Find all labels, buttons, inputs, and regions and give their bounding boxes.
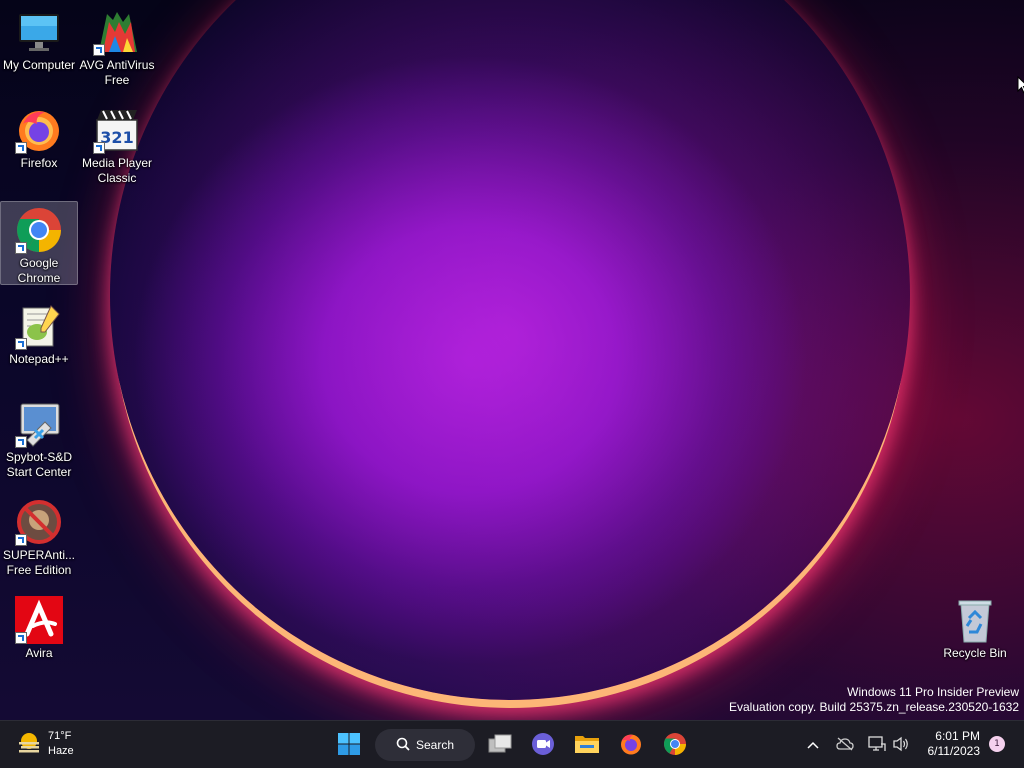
notepad-plus-plus-icon bbox=[15, 302, 63, 350]
clock-time: 6:01 PM bbox=[935, 729, 980, 743]
superantispyware-icon bbox=[15, 498, 63, 546]
chrome-icon bbox=[663, 732, 687, 759]
show-hidden-icons-button[interactable] bbox=[803, 729, 823, 761]
desktop-icon-label: SUPERAnti... Free Edition bbox=[2, 548, 76, 577]
file-explorer-button[interactable] bbox=[571, 729, 603, 761]
task-view-button[interactable] bbox=[484, 729, 516, 761]
chevron-up-icon bbox=[807, 738, 819, 752]
chat-button[interactable] bbox=[527, 729, 559, 761]
speaker-icon bbox=[892, 736, 910, 755]
desktop-icon-label: Avira bbox=[25, 646, 53, 660]
weather-widget[interactable]: 71°F Haze bbox=[16, 729, 74, 759]
haze-weather-icon bbox=[16, 730, 42, 759]
spybot-icon bbox=[15, 400, 63, 448]
chrome-icon bbox=[15, 206, 63, 254]
clock-date: 6/11/2023 bbox=[927, 744, 981, 758]
desktop-icon-avg[interactable]: AVG AntiVirus Free bbox=[78, 4, 156, 88]
shortcut-arrow-icon bbox=[15, 242, 27, 254]
watermark-line-1: Windows 11 Pro Insider Preview bbox=[847, 685, 1019, 699]
desktop-icon-notepad-plus-plus[interactable]: Notepad++ bbox=[0, 298, 78, 382]
desktop-icon-recycle-bin[interactable]: Recycle Bin bbox=[936, 592, 1014, 676]
desktop-icon-superantispyware[interactable]: SUPERAnti... Free Edition bbox=[0, 494, 78, 578]
media-player-classic-icon: 321 bbox=[93, 106, 141, 154]
desktop-icon-label: Recycle Bin bbox=[943, 646, 1007, 660]
start-button[interactable] bbox=[333, 729, 365, 761]
file-explorer-icon bbox=[574, 733, 600, 758]
svg-text:321: 321 bbox=[100, 128, 133, 147]
shortcut-arrow-icon bbox=[15, 436, 27, 448]
shortcut-arrow-icon bbox=[93, 142, 105, 154]
desktop-icon-my-computer[interactable]: My Computer bbox=[0, 4, 78, 88]
firefox-taskbar-button[interactable] bbox=[615, 729, 647, 761]
avg-icon bbox=[93, 8, 141, 56]
taskbar: 71°F Haze Search 6:01 PM 6/11/2023 bbox=[0, 720, 1024, 768]
shortcut-arrow-icon bbox=[93, 44, 105, 56]
weather-temperature: 71°F bbox=[48, 730, 72, 742]
avira-icon bbox=[15, 596, 63, 644]
chat-icon bbox=[531, 732, 555, 759]
monitor-icon bbox=[15, 8, 63, 56]
search-label: Search bbox=[415, 738, 455, 752]
mouse-cursor-icon bbox=[1017, 75, 1024, 97]
shortcut-arrow-icon bbox=[15, 338, 27, 350]
task-view-icon bbox=[487, 733, 513, 758]
desktop-icon-avira[interactable]: Avira bbox=[0, 592, 78, 676]
network-icon bbox=[868, 735, 886, 755]
shortcut-arrow-icon bbox=[15, 534, 27, 546]
onedrive-button[interactable] bbox=[834, 729, 856, 761]
desktop-icon-label: Google Chrome bbox=[17, 256, 61, 285]
chrome-taskbar-button[interactable] bbox=[659, 729, 691, 761]
desktop-icon-spybot[interactable]: Spybot-S&D Start Center bbox=[0, 396, 78, 480]
search-icon bbox=[396, 737, 410, 754]
desktop-icon-label: Media Player Classic bbox=[81, 156, 153, 185]
onedrive-offline-icon bbox=[836, 737, 854, 754]
weather-condition: Haze bbox=[48, 745, 74, 757]
volume-button[interactable] bbox=[890, 729, 912, 761]
watermark-line-2: Evaluation copy. Build 25375.zn_release.… bbox=[729, 700, 1019, 714]
desktop-icon-label: Spybot-S&D Start Center bbox=[5, 450, 73, 479]
desktop-icon-media-player-classic[interactable]: 321 Media Player Classic bbox=[78, 102, 156, 186]
desktop-icon-label: AVG AntiVirus Free bbox=[79, 58, 155, 87]
notification-badge[interactable]: 1 bbox=[989, 736, 1005, 752]
recycle-bin-icon bbox=[951, 596, 999, 644]
network-button[interactable] bbox=[866, 729, 888, 761]
firefox-icon bbox=[15, 106, 63, 154]
shortcut-arrow-icon bbox=[15, 632, 27, 644]
desktop-icon-firefox[interactable]: Firefox bbox=[0, 102, 78, 186]
desktop-icon-label: Firefox bbox=[20, 156, 58, 170]
wallpaper-orb bbox=[110, 0, 910, 700]
start-icon bbox=[337, 732, 361, 759]
desktop-icon-label: Notepad++ bbox=[9, 352, 69, 366]
search-button[interactable]: Search bbox=[375, 729, 475, 761]
windows-evaluation-watermark: Windows 11 Pro Insider Preview Evaluatio… bbox=[729, 685, 1019, 715]
desktop-icon-label: My Computer bbox=[2, 58, 76, 72]
shortcut-arrow-icon bbox=[15, 142, 27, 154]
firefox-icon bbox=[619, 732, 643, 759]
desktop-icon-google-chrome[interactable]: Google Chrome bbox=[0, 201, 78, 285]
taskbar-clock[interactable]: 6:01 PM 6/11/2023 bbox=[928, 729, 981, 759]
